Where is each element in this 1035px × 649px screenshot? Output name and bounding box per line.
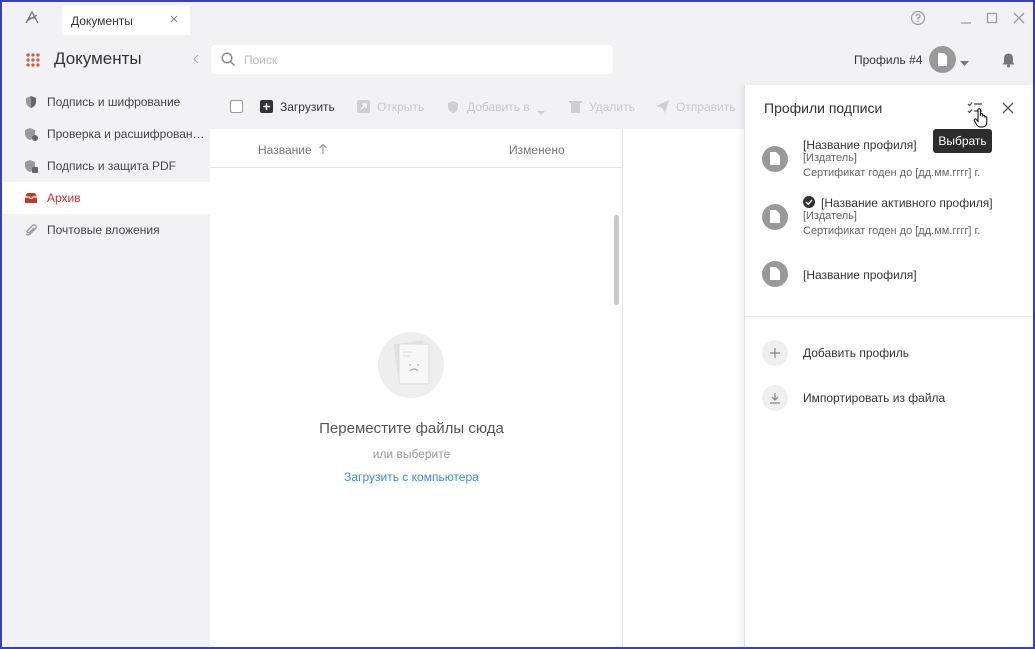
profile-cert-validity: Сертификат годен до [дд.мм.гггг] г.: [803, 167, 981, 179]
upload-from-computer-link[interactable]: Загрузить с компьютера: [210, 470, 613, 484]
profile-name: [Название профиля]: [803, 268, 917, 282]
search-box[interactable]: [211, 45, 613, 74]
profile-name: [Название профиля]: [803, 138, 917, 152]
hand-cursor-icon: [973, 108, 989, 128]
trash-icon: [569, 100, 582, 113]
send-button[interactable]: Отправить: [656, 85, 741, 129]
signature-profiles-panel: Профили подписи Выбрать [Название профил…: [744, 85, 1033, 647]
file-list: Название Изменено Переместите файлы сюда…: [210, 129, 623, 647]
delete-label: Удалить: [589, 100, 635, 114]
profile-name: [Название активного профиля]: [821, 196, 993, 210]
archive-icon: [24, 191, 38, 205]
minimize-icon[interactable]: [958, 10, 974, 26]
profile-issuer: [Издатель]: [803, 210, 857, 222]
panel-title: Профили подписи: [764, 100, 883, 116]
import-label: Импортировать из файла: [803, 391, 946, 405]
tab-documents[interactable]: Документы: [62, 6, 190, 35]
avatar[interactable]: [929, 46, 956, 73]
drop-zone-title: Переместите файлы сюда: [319, 420, 504, 437]
shield-check-icon: [24, 127, 38, 141]
import-from-file-button[interactable]: Импортировать из файла: [745, 385, 1033, 415]
chevron-down-icon[interactable]: [960, 56, 969, 66]
sidebar-item-label: Проверка и расшифрован…: [47, 127, 205, 141]
collapse-sidebar-icon[interactable]: [191, 53, 201, 65]
sidebar-item-label: Подпись и шифрование: [47, 95, 181, 109]
plus-icon: [762, 340, 788, 366]
send-icon: [656, 100, 669, 113]
close-icon[interactable]: [1002, 102, 1014, 114]
sidebar: Подпись и шифрование Проверка и расшифро…: [2, 85, 210, 647]
profile-cert-validity: Сертификат годен до [дд.мм.гггг] г.: [803, 225, 981, 237]
shield-icon: [24, 95, 38, 109]
open-icon: [357, 100, 370, 113]
upload-label: Загрузить: [280, 100, 335, 114]
profile-document-icon: [762, 146, 788, 172]
add-profile-label: Добавить профиль: [803, 346, 910, 360]
current-profile-label[interactable]: Профиль #4: [854, 53, 922, 67]
sidebar-item-label: Архив: [47, 191, 81, 205]
paperclip-icon: [24, 223, 38, 237]
app-window: Документы Документы Поиск Профиль #4 Под…: [0, 0, 1035, 649]
table-header: Название Изменено: [210, 129, 623, 168]
pdf-shield-icon: [24, 159, 38, 173]
apps-grid-icon[interactable]: [25, 52, 41, 68]
page-title: Документы: [54, 49, 142, 68]
maximize-icon[interactable]: [984, 10, 1000, 26]
profile-item-active[interactable]: [Название активного профиля] [Издатель] …: [745, 196, 1033, 246]
add-to-button[interactable]: Добавить в: [447, 85, 547, 129]
add-to-label: Добавить в: [467, 100, 530, 114]
help-icon[interactable]: [910, 10, 926, 26]
sidebar-item-label: Почтовые вложения: [47, 223, 160, 237]
sidebar-item-archive[interactable]: Архив: [2, 182, 210, 214]
sort-ascending-icon[interactable]: [318, 143, 328, 155]
sidebar-item-label: Подпись и защита PDF: [47, 159, 176, 173]
chevron-down-icon: [537, 105, 545, 119]
profile-document-icon: [762, 204, 788, 230]
tab-label: Документы: [71, 14, 133, 28]
tab-close-icon[interactable]: [168, 13, 180, 25]
app-logo-icon: [22, 9, 42, 29]
drop-zone-subtitle: или выберите: [372, 447, 451, 461]
shield-add-icon: [447, 100, 460, 113]
search-icon: [221, 52, 236, 67]
open-label: Открыть: [377, 100, 425, 114]
active-check-icon: [803, 196, 815, 208]
profile-issuer: [Издатель]: [803, 152, 857, 164]
search-input[interactable]: [244, 51, 594, 69]
sidebar-item-sign-pdf[interactable]: Подпись и защита PDF: [2, 150, 210, 182]
send-label: Отправить: [676, 100, 736, 114]
open-button[interactable]: Открыть: [357, 85, 427, 129]
upload-button[interactable]: Загрузить: [260, 85, 340, 129]
sidebar-item-verify-decrypt[interactable]: Проверка и расшифрован…: [2, 118, 210, 150]
delete-button[interactable]: Удалить: [569, 85, 639, 129]
preview-area: [624, 129, 745, 647]
main-content: Загрузить Открыть Добавить в Удалить Отп…: [210, 85, 745, 647]
download-icon: [762, 385, 788, 411]
bell-icon[interactable]: [1001, 52, 1016, 68]
scrollbar[interactable]: [614, 215, 619, 305]
close-window-icon[interactable]: [1011, 10, 1027, 26]
sidebar-item-mail-attachments[interactable]: Почтовые вложения: [2, 214, 210, 246]
sidebar-item-sign-encrypt[interactable]: Подпись и шифрование: [2, 86, 210, 118]
select-all-checkbox[interactable]: [230, 100, 243, 113]
header: Документы Профиль #4: [2, 35, 1033, 85]
title-bar: Документы: [2, 2, 1033, 35]
add-profile-button[interactable]: Добавить профиль: [745, 340, 1033, 370]
column-name-header[interactable]: Название: [258, 143, 312, 157]
toolbar: Загрузить Открыть Добавить в Удалить Отп…: [210, 85, 745, 129]
column-modified-header[interactable]: Изменено: [509, 143, 565, 157]
plus-square-icon: [260, 100, 273, 113]
profile-item[interactable]: [Название профиля] [Издатель] Сертификат…: [745, 138, 1033, 188]
divider: [745, 316, 1033, 317]
profile-document-icon: [762, 261, 788, 287]
empty-folder-icon: [378, 332, 444, 398]
profile-item[interactable]: [Название профиля]: [745, 261, 1033, 291]
